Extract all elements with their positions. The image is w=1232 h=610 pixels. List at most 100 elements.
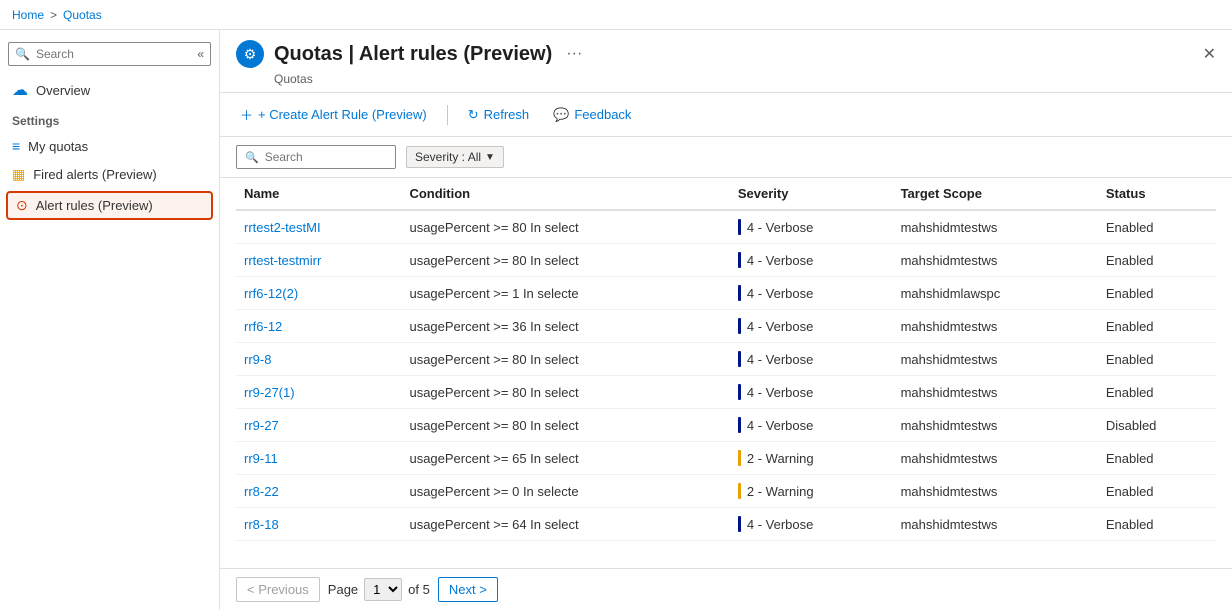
sidebar-search-box[interactable]: 🔍 « xyxy=(8,42,211,66)
cell-name: rr8-22 xyxy=(236,475,401,508)
cell-target-scope: mahshidmtestws xyxy=(893,409,1098,442)
create-icon: ＋ xyxy=(240,105,253,124)
page-header: ⚙ Quotas | Alert rules (Preview) ··· ✕ Q… xyxy=(220,30,1232,93)
severity-filter-tag[interactable]: Severity : All ▼ xyxy=(406,146,504,168)
page-label: Page xyxy=(328,582,358,597)
cell-severity: 4 - Verbose xyxy=(730,210,893,244)
main-layout: 🔍 « ☁ Overview Settings ≡ My quotas ▦ Fi… xyxy=(0,30,1232,610)
breadcrumb-current[interactable]: Quotas xyxy=(63,8,102,22)
alert-rule-link[interactable]: rr9-27(1) xyxy=(244,385,295,400)
cell-condition: usagePercent >= 80 In select xyxy=(401,409,729,442)
severity-bar xyxy=(738,516,741,532)
sidebar-collapse-icon[interactable]: « xyxy=(197,47,204,61)
fired-alerts-icon: ▦ xyxy=(12,166,25,183)
page-title-row: ⚙ Quotas | Alert rules (Preview) ··· ✕ xyxy=(236,40,1216,68)
cell-name: rr9-8 xyxy=(236,343,401,376)
severity-filter-label: Severity : All xyxy=(415,150,481,164)
next-button[interactable]: Next > xyxy=(438,577,498,602)
cell-condition: usagePercent >= 80 In select xyxy=(401,244,729,277)
alert-rule-link[interactable]: rr8-18 xyxy=(244,517,279,532)
sidebar: 🔍 « ☁ Overview Settings ≡ My quotas ▦ Fi… xyxy=(0,30,220,610)
cell-status: Enabled xyxy=(1098,244,1216,277)
sidebar-item-alert-rules-label: Alert rules (Preview) xyxy=(36,198,153,213)
search-icon: 🔍 xyxy=(15,47,30,61)
content-area: ⚙ Quotas | Alert rules (Preview) ··· ✕ Q… xyxy=(220,30,1232,610)
severity-bar xyxy=(738,384,741,400)
sidebar-search-input[interactable] xyxy=(36,47,191,61)
feedback-button[interactable]: 💬 Feedback xyxy=(549,103,635,127)
cell-condition: usagePercent >= 80 In select xyxy=(401,376,729,409)
cell-name: rr9-27 xyxy=(236,409,401,442)
alert-rule-link[interactable]: rr9-11 xyxy=(244,451,278,466)
alert-rule-link[interactable]: rr9-8 xyxy=(244,352,271,367)
alert-rule-link[interactable]: rrtest2-testMI xyxy=(244,220,321,235)
col-severity: Severity xyxy=(730,178,893,210)
my-quotas-icon: ≡ xyxy=(12,138,20,154)
cell-target-scope: mahshidmtestws xyxy=(893,310,1098,343)
cell-condition: usagePercent >= 65 In select xyxy=(401,442,729,475)
cell-status: Enabled xyxy=(1098,310,1216,343)
previous-button[interactable]: < Previous xyxy=(236,577,320,602)
cell-target-scope: mahshidmtestws xyxy=(893,508,1098,541)
alert-rule-link[interactable]: rr9-27 xyxy=(244,418,279,433)
page-icon-symbol: ⚙ xyxy=(244,46,257,63)
col-target-scope: Target Scope xyxy=(893,178,1098,210)
sidebar-item-my-quotas-label: My quotas xyxy=(28,139,88,154)
more-options-icon[interactable]: ··· xyxy=(566,45,582,63)
alert-rule-link[interactable]: rrtest-testmirr xyxy=(244,253,321,268)
breadcrumb: Home > Quotas xyxy=(12,8,102,22)
table-row: rr8-22 usagePercent >= 0 In selecte 2 - … xyxy=(236,475,1216,508)
cell-status: Enabled xyxy=(1098,442,1216,475)
sidebar-item-alert-rules[interactable]: ⊙ Alert rules (Preview) xyxy=(6,191,213,220)
cell-target-scope: mahshidmtestws xyxy=(893,244,1098,277)
severity-bar xyxy=(738,351,741,367)
close-button[interactable]: ✕ xyxy=(1203,44,1216,64)
table-row: rrf6-12 usagePercent >= 36 In select 4 -… xyxy=(236,310,1216,343)
cell-target-scope: mahshidmtestws xyxy=(893,210,1098,244)
page-icon: ⚙ xyxy=(236,40,264,68)
filter-search-box[interactable]: 🔍 xyxy=(236,145,396,169)
alert-rule-link[interactable]: rrf6-12(2) xyxy=(244,286,298,301)
table-row: rr9-11 usagePercent >= 65 In select 2 - … xyxy=(236,442,1216,475)
sidebar-item-overview[interactable]: ☁ Overview xyxy=(0,74,219,106)
col-condition: Condition xyxy=(401,178,729,210)
refresh-button[interactable]: ↻ Refresh xyxy=(464,103,533,127)
page-of: of 5 xyxy=(408,582,430,597)
cell-severity: 2 - Warning xyxy=(730,475,893,508)
page-subtitle: Quotas xyxy=(274,72,1216,86)
filter-search-input[interactable] xyxy=(265,150,387,164)
cell-condition: usagePercent >= 1 In selecte xyxy=(401,277,729,310)
cell-severity: 4 - Verbose xyxy=(730,508,893,541)
cell-target-scope: mahshidmtestws xyxy=(893,376,1098,409)
cell-target-scope: mahshidmtestws xyxy=(893,475,1098,508)
create-alert-rule-button[interactable]: ＋ + Create Alert Rule (Preview) xyxy=(236,101,431,128)
page-select[interactable]: 1 2 3 4 5 xyxy=(364,578,402,601)
page-input: Page 1 2 3 4 5 of 5 xyxy=(328,578,430,601)
sidebar-item-my-quotas[interactable]: ≡ My quotas xyxy=(0,132,219,160)
table-container: Name Condition Severity Target Scope Sta… xyxy=(220,178,1232,568)
cell-status: Enabled xyxy=(1098,277,1216,310)
cell-target-scope: mahshidmtestws xyxy=(893,343,1098,376)
cell-status: Enabled xyxy=(1098,343,1216,376)
page-title: Quotas | Alert rules (Preview) xyxy=(274,43,552,66)
cell-severity: 4 - Verbose xyxy=(730,244,893,277)
cell-name: rrf6-12(2) xyxy=(236,277,401,310)
alert-rule-link[interactable]: rr8-22 xyxy=(244,484,279,499)
severity-text: 4 - Verbose xyxy=(747,253,814,268)
filter-bar: 🔍 Severity : All ▼ xyxy=(220,137,1232,178)
breadcrumb-home[interactable]: Home xyxy=(12,8,44,22)
cell-name: rr9-27(1) xyxy=(236,376,401,409)
filter-search-icon: 🔍 xyxy=(245,151,259,164)
feedback-icon: 💬 xyxy=(553,107,569,123)
cell-severity: 4 - Verbose xyxy=(730,343,893,376)
cell-target-scope: mahshidmlawspc xyxy=(893,277,1098,310)
table-row: rr9-27 usagePercent >= 80 In select 4 - … xyxy=(236,409,1216,442)
col-status: Status xyxy=(1098,178,1216,210)
alert-rule-link[interactable]: rrf6-12 xyxy=(244,319,282,334)
severity-text: 4 - Verbose xyxy=(747,319,814,334)
sidebar-item-fired-alerts[interactable]: ▦ Fired alerts (Preview) xyxy=(0,160,219,189)
severity-filter-chevron: ▼ xyxy=(485,152,495,163)
table-header-row: Name Condition Severity Target Scope Sta… xyxy=(236,178,1216,210)
top-bar: Home > Quotas xyxy=(0,0,1232,30)
severity-text: 4 - Verbose xyxy=(747,418,814,433)
